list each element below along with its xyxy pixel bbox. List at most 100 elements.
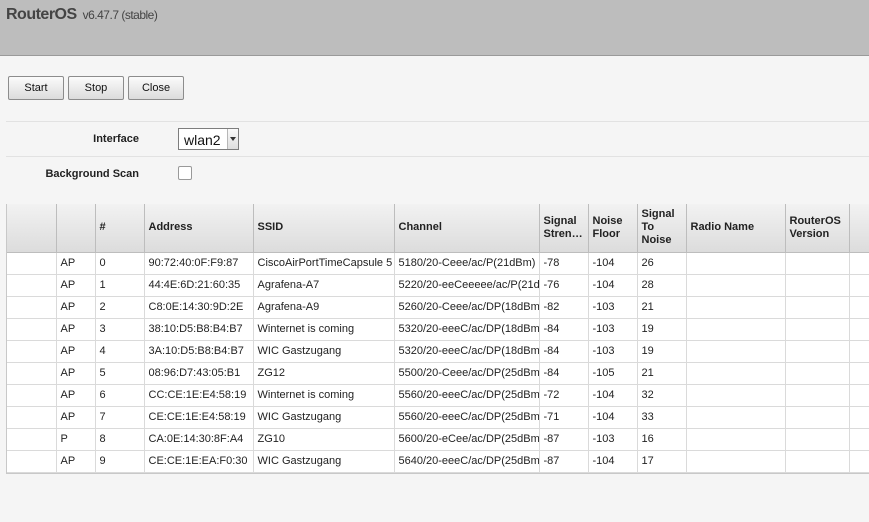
signal-to-noise-cell: 16 [637,428,687,451]
column-header-select[interactable] [7,204,57,253]
column-header-radio-name[interactable]: Radio Name [686,204,786,253]
routeros-version-cell [785,274,850,297]
signal-strength-cell: -76 [539,274,589,297]
signal-strength-cell: -87 [539,450,589,473]
flags-cell: AP [56,340,96,363]
channel-cell: 5560/20-eeeC/ac/DP(25dBm [394,406,540,429]
radio-name-cell [686,428,786,451]
address-cell: CC:CE:1E:E4:58:19 [144,384,254,407]
background-scan-checkbox[interactable] [178,166,192,180]
signal-to-noise-cell: 21 [637,362,687,385]
address-cell: CE:CE:1E:E4:58:19 [144,406,254,429]
channel-cell: 5180/20-Ceee/ac/P(21dBm) [394,252,540,275]
table-row[interactable]: AP 7 CE:CE:1E:E4:58:19 WIC Gastzugang 5560/2… [7,406,869,429]
column-header-number[interactable]: # [95,204,145,253]
signal-strength-cell: -87 [539,428,589,451]
table-header-row: # Address SSID Channel Signal Stren… Noi… [7,204,869,253]
ssid-cell: WIC Gastzugang [253,450,395,473]
signal-to-noise-cell: 26 [637,252,687,275]
version-label: v6.47.7 (stable) [82,8,158,22]
column-header-noise-floor[interactable]: Noise Floor [588,204,638,253]
column-header-ssid[interactable]: SSID [253,204,395,253]
signal-to-noise-cell: 17 [637,450,687,473]
number-cell: 0 [95,252,145,275]
form-divider [6,156,869,157]
channel-cell: 5320/20-eeeC/ac/DP(18dBm [394,318,540,341]
ssid-cell: CiscoAirPortTimeCapsule 5 [253,252,395,275]
extra-cell [849,318,869,341]
top-bar: RouterOS v6.47.7 (stable) [0,0,869,56]
close-button[interactable]: Close [128,76,184,100]
column-header-channel[interactable]: Channel [394,204,540,253]
radio-name-cell [686,406,786,429]
extra-cell [849,428,869,451]
column-header-routeros-version[interactable]: RouterOS Version [785,204,850,253]
number-cell: 5 [95,362,145,385]
extra-cell [849,340,869,363]
interface-select[interactable]: wlan2 [178,128,239,150]
radio-name-cell [686,450,786,473]
table-row[interactable]: P 8 CA:0E:14:30:8F:A4 ZG10 5600/20-eCee/ac/D… [7,428,869,451]
number-cell: 3 [95,318,145,341]
noise-floor-cell: -105 [588,362,638,385]
ssid-cell: ZG10 [253,428,395,451]
channel-cell: 5320/20-eeeC/ac/DP(18dBm [394,340,540,363]
row-select-cell [7,296,57,319]
brand-name: RouterOS [6,6,77,23]
routeros-version-cell [785,318,850,341]
flags-cell: AP [56,318,96,341]
noise-floor-cell: -104 [588,406,638,429]
noise-floor-cell: -103 [588,318,638,341]
routeros-version-cell [785,252,850,275]
number-cell: 6 [95,384,145,407]
noise-floor-cell: -103 [588,296,638,319]
stop-button[interactable]: Stop [68,76,124,100]
number-cell: 2 [95,296,145,319]
column-header-flags[interactable] [56,204,96,253]
signal-strength-cell: -71 [539,406,589,429]
channel-cell: 5600/20-eCee/ac/DP(25dBm [394,428,540,451]
column-header-extra[interactable] [849,204,869,253]
table-row[interactable]: AP 3 38:10:D5:B8:B4:B7 Winternet is coming 5… [7,318,869,341]
signal-strength-cell: -78 [539,252,589,275]
channel-cell: 5640/20-eeeC/ac/DP(25dBm [394,450,540,473]
noise-floor-cell: -104 [588,384,638,407]
flags-cell: AP [56,274,96,297]
routeros-version-cell [785,340,850,363]
column-header-address[interactable]: Address [144,204,254,253]
address-cell: C8:0E:14:30:9D:2E [144,296,254,319]
flags-cell: P [56,428,96,451]
start-button[interactable]: Start [8,76,64,100]
column-header-signal-to-noise[interactable]: Signal To Noise [637,204,687,253]
flags-cell: AP [56,296,96,319]
address-cell: 08:96:D7:43:05:B1 [144,362,254,385]
row-select-cell [7,428,57,451]
routeros-version-cell [785,450,850,473]
flags-cell: AP [56,384,96,407]
column-header-signal-strength[interactable]: Signal Stren… [539,204,589,253]
table-row[interactable]: AP 2 C8:0E:14:30:9D:2E Agrafena-A9 5260/20-C… [7,296,869,319]
table-row[interactable]: AP 9 CE:CE:1E:EA:F0:30 WIC Gastzugang 5640/2… [7,450,869,473]
signal-strength-cell: -84 [539,362,589,385]
chevron-down-icon[interactable] [227,129,238,149]
table-row[interactable]: AP 0 90:72:40:0F:F9:87 CiscoAirPortTimeCaps… [7,252,869,275]
row-select-cell [7,274,57,297]
ssid-cell: Agrafena-A7 [253,274,395,297]
row-select-cell [7,252,57,275]
flags-cell: AP [56,450,96,473]
routeros-version-cell [785,362,850,385]
number-cell: 9 [95,450,145,473]
signal-strength-cell: -72 [539,384,589,407]
table-row[interactable]: AP 6 CC:CE:1E:E4:58:19 Winternet is coming 5… [7,384,869,407]
flags-cell: AP [56,252,96,275]
noise-floor-cell: -103 [588,340,638,363]
number-cell: 1 [95,274,145,297]
ssid-cell: WIC Gastzugang [253,340,395,363]
table-row[interactable]: AP 1 44:4E:6D:21:60:35 Agrafena-A7 5220/20-e… [7,274,869,297]
ssid-cell: Winternet is coming [253,318,395,341]
radio-name-cell [686,384,786,407]
channel-cell: 5220/20-eeCeeeee/ac/P(21d [394,274,540,297]
table-row[interactable]: AP 5 08:96:D7:43:05:B1 ZG12 5500/20-Ceee/ac/… [7,362,869,385]
signal-to-noise-cell: 19 [637,318,687,341]
table-row[interactable]: AP 4 3A:10:D5:B8:B4:B7 WIC Gastzugang 5320/2… [7,340,869,363]
